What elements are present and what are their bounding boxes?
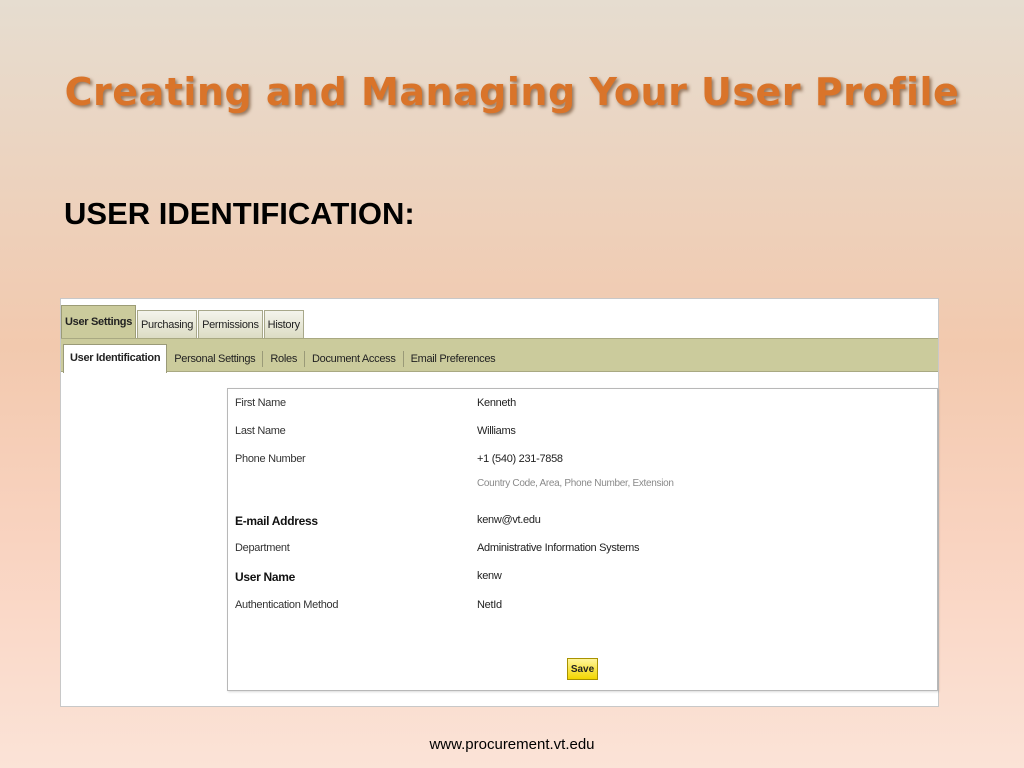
email-value[interactable]: kenw@vt.edu [477,514,541,526]
tab-permissions[interactable]: Permissions [198,310,263,338]
first-name-value[interactable]: Kenneth [477,397,516,409]
app-screenshot: User Settings Purchasing Permissions His… [60,298,939,707]
tab-history[interactable]: History [263,310,304,338]
slide-title: Creating and Managing Your User Profile [64,70,960,114]
first-name-label: First Name [235,397,286,409]
phone-value[interactable]: +1 (540) 231-7858 [477,453,563,465]
subtab-user-identification[interactable]: User Identification [63,344,168,373]
save-button[interactable]: Save [567,658,598,680]
username-label: User Name [235,570,296,584]
subtab-document-access[interactable]: Document Access [304,351,403,367]
phone-hint: Country Code, Area, Phone Number, Extens… [477,478,674,489]
user-identification-form: First Name Kenneth Last Name Williams Ph… [227,388,938,691]
tab-purchasing[interactable]: Purchasing [137,310,198,338]
sub-tab-bar: User Identification Personal Settings Ro… [61,338,938,373]
last-name-label: Last Name [235,425,286,437]
subtab-personal-settings[interactable]: Personal Settings [167,351,262,367]
department-value[interactable]: Administrative Information Systems [477,542,640,554]
subtab-email-preferences[interactable]: Email Preferences [402,351,503,367]
section-heading: USER IDENTIFICATION: [64,196,415,231]
tab-user-settings[interactable]: User Settings [61,305,137,338]
phone-label: Phone Number [235,453,306,465]
email-label: E-mail Address [235,514,318,528]
footer-url[interactable]: www.procurement.vt.edu [0,736,1024,753]
username-value[interactable]: kenw [477,570,502,582]
subtab-roles[interactable]: Roles [262,351,304,367]
last-name-value[interactable]: Williams [477,425,516,437]
top-tab-bar: User Settings Purchasing Permissions His… [61,305,305,338]
auth-method-label: Authentication Method [235,599,339,611]
auth-method-value[interactable]: NetId [477,599,502,611]
department-label: Department [235,542,290,554]
